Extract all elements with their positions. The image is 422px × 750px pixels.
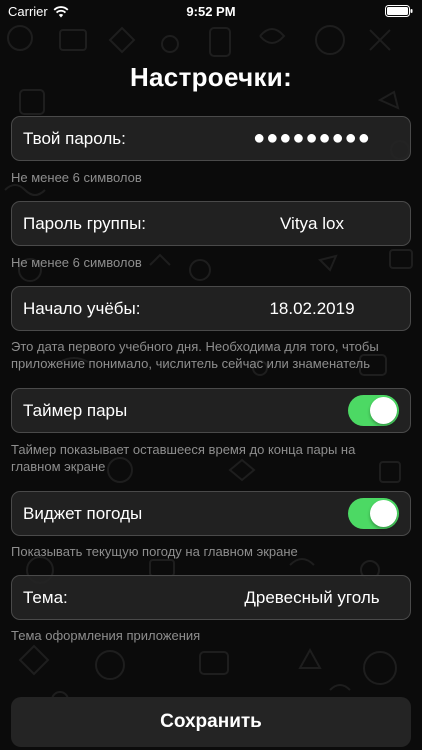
theme-row[interactable]: Тема: Древесный уголь — [11, 575, 411, 620]
study-start-hint: Это дата первого учебного дня. Необходим… — [11, 338, 411, 372]
page-title: Настроечки: — [129, 62, 293, 92]
theme-selector[interactable]: Древесный уголь — [202, 576, 422, 619]
theme-hint: Тема оформления приложения — [11, 628, 201, 643]
save-button[interactable]: Сохранить — [11, 697, 411, 747]
status-time: 9:52 PM — [186, 4, 236, 19]
password-label: Твой пароль: — [23, 129, 126, 148]
pair-timer-label: Таймер пары — [23, 401, 128, 420]
weather-widget-toggle[interactable] — [348, 498, 399, 529]
password-field[interactable]: ●●●●●●●●● — [202, 117, 422, 160]
status-bar: Carrier 9:52 PM — [0, 0, 422, 24]
password-row[interactable]: Твой пароль: ●●●●●●●●● — [11, 116, 411, 161]
group-password-label: Пароль группы: — [23, 214, 147, 233]
weather-widget-label: Виджет погоды — [23, 504, 143, 523]
weather-widget-hint: Показывать текущую погоду на главном экр… — [11, 544, 298, 559]
study-start-date-field[interactable]: 18.02.2019 — [202, 287, 422, 330]
battery-icon — [385, 5, 413, 17]
study-start-hint-line-2: приложение понимало, числитель сейчас ил… — [11, 356, 371, 371]
group-password-field[interactable]: Vitya lox — [202, 202, 422, 245]
theme-label: Тема: — [23, 588, 68, 607]
pair-timer-toggle[interactable] — [348, 395, 399, 426]
pair-timer-hint-line-2: главном экране — [11, 459, 106, 474]
weather-widget-row: Виджет погоды — [11, 491, 411, 536]
pair-timer-hint-line-1: Таймер показывает оставшееся время до ко… — [11, 442, 356, 457]
group-password-row[interactable]: Пароль группы: Vitya lox — [11, 201, 411, 246]
pair-timer-row: Таймер пары — [11, 388, 411, 433]
weather-widget-toggle-knob — [370, 500, 397, 527]
pair-timer-toggle-knob — [370, 397, 397, 424]
password-hint: Не менее 6 символов — [11, 170, 142, 185]
group-password-hint: Не менее 6 символов — [11, 255, 142, 270]
study-start-row[interactable]: Начало учёбы: 18.02.2019 — [11, 286, 411, 331]
study-start-hint-line-1: Это дата первого учебного дня. Необходим… — [11, 339, 379, 354]
pair-timer-hint: Таймер показывает оставшееся время до ко… — [11, 441, 411, 475]
study-start-label: Начало учёбы: — [23, 299, 141, 318]
